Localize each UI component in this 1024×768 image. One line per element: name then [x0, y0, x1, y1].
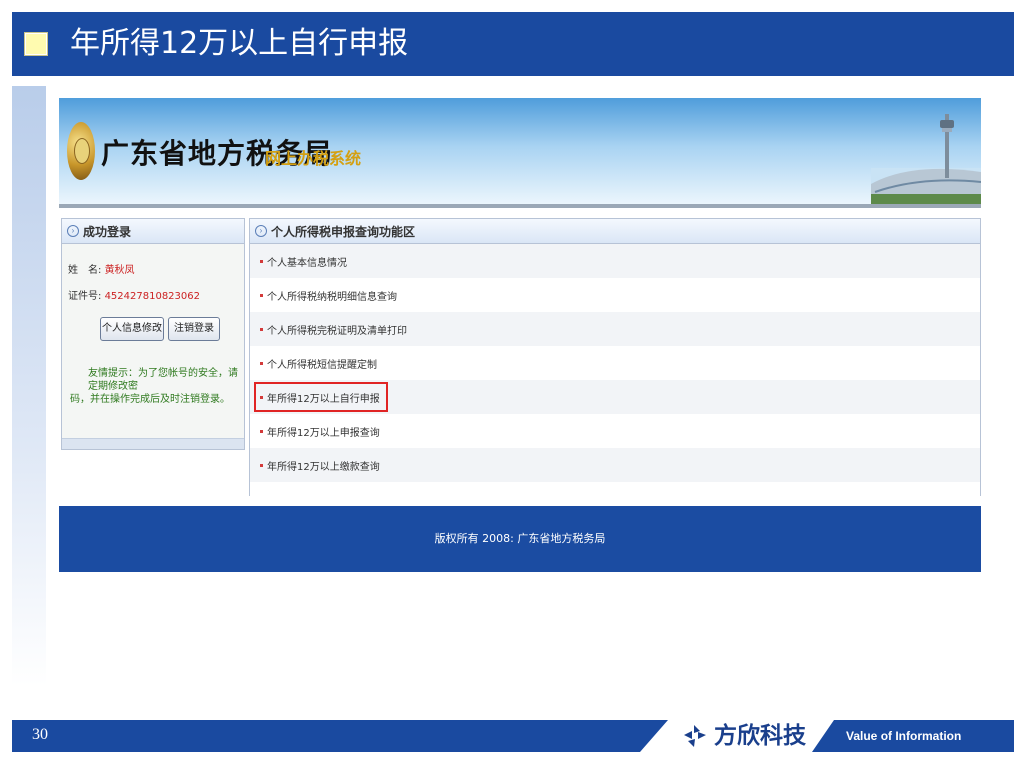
name-row: 姓 名: 黄秋凤 [68, 261, 135, 276]
tax-system-screenshot: 广东省地方税务局 网上办税系统 › 成功登录 姓 名: 黄秋凤 证件号: 452… [59, 98, 981, 572]
bullet-icon [260, 259, 263, 263]
system-name: 网上办税系统 [265, 149, 362, 168]
airport-tower-icon [871, 114, 981, 206]
login-panel: › 成功登录 姓 名: 黄秋凤 证件号: 452427810823062 个人信… [61, 218, 245, 450]
function-item[interactable]: 个人所得税完税证明及清单打印 [250, 312, 980, 346]
bullet-square-icon [24, 32, 48, 56]
bullet-icon [260, 361, 263, 365]
tagline-box: Value of Information [812, 720, 1014, 752]
login-panel-header: › 成功登录 [62, 219, 244, 244]
bullet-icon [260, 327, 263, 331]
function-item[interactable]: 个人基本信息情况 [250, 244, 980, 278]
banner-divider [59, 204, 981, 208]
highlight-box [254, 382, 388, 412]
site-footer: 版权所有 2008: 广东省地方税务局 [59, 506, 981, 572]
function-panel: › 个人所得税申报查询功能区 个人基本信息情况 个人所得税纳税明细信息查询 个人… [249, 218, 981, 496]
name-value: 黄秋凤 [104, 265, 135, 276]
arrow-circle-icon: › [255, 225, 267, 237]
site-banner: 广东省地方税务局 网上办税系统 [59, 98, 981, 206]
edit-profile-button[interactable]: 个人信息修改 [100, 317, 164, 341]
decorative-stripe [12, 86, 46, 686]
tip-line: 友情提示：为了您帐号的安全，请定期修改密 [88, 368, 238, 392]
id-value: 452427810823062 [104, 291, 200, 302]
arrow-circle-icon: › [67, 225, 79, 237]
tax-bureau-emblem-icon [67, 122, 95, 180]
bullet-icon [260, 293, 263, 297]
tagline: Value of Information [846, 729, 962, 743]
function-item-selected[interactable]: 年所得12万以上自行申报 [250, 380, 980, 414]
bullet-icon [260, 463, 263, 467]
company-logo-icon [684, 725, 706, 747]
function-panel-title: 个人所得税申报查询功能区 [271, 224, 416, 239]
id-row: 证件号: 452427810823062 [68, 287, 200, 302]
login-panel-title: 成功登录 [83, 224, 132, 239]
function-list: 个人基本信息情况 个人所得税纳税明细信息查询 个人所得税完税证明及清单打印 个人… [250, 244, 980, 482]
page-number: 30 [32, 726, 48, 743]
function-item[interactable]: 年所得12万以上缴款查询 [250, 448, 980, 482]
bullet-icon [260, 429, 263, 433]
tip-line: 码，并在操作完成后及时注销登录。 [70, 394, 230, 405]
function-item[interactable]: 个人所得税纳税明细信息查询 [250, 278, 980, 312]
function-panel-header: › 个人所得税申报查询功能区 [250, 218, 980, 244]
function-item[interactable]: 个人所得税短信提醒定制 [250, 346, 980, 380]
security-tip: 友情提示：为了您帐号的安全，请定期修改密 码，并在操作完成后及时注销登录。 [70, 367, 238, 406]
login-panel-footer [62, 438, 244, 449]
slide-title: 年所得12万以上自行申报 [70, 26, 409, 61]
id-label: 证件号: [68, 291, 102, 302]
function-item[interactable]: 年所得12万以上申报查询 [250, 414, 980, 448]
company-name: 方欣科技 [714, 723, 806, 749]
name-label: 姓 名: [68, 265, 102, 276]
logout-button[interactable]: 注销登录 [168, 317, 220, 341]
copyright-text: 版权所有 2008: 广东省地方税务局 [434, 532, 606, 545]
slide-title-bar: 年所得12万以上自行申报 [12, 12, 1014, 76]
